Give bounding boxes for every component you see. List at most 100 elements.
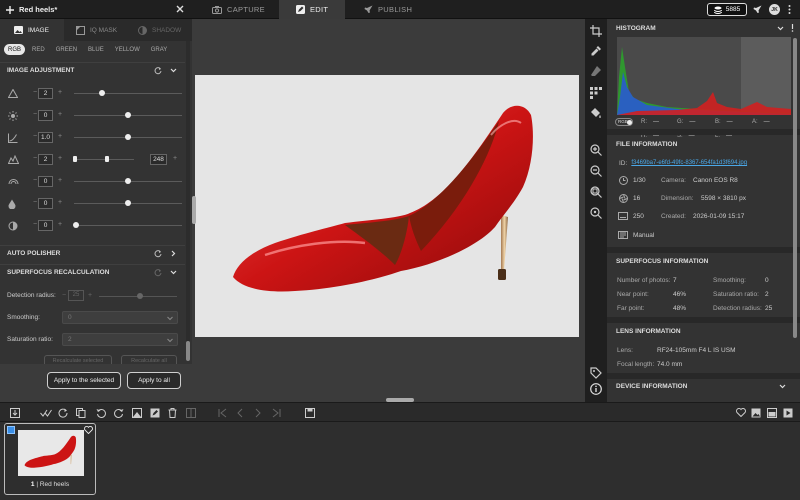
channel-rgb[interactable]: RGB [4,44,26,55]
crop-icon[interactable] [590,25,602,37]
tab-capture[interactable]: CAPTURE [195,0,277,19]
paint-bucket-icon[interactable] [590,107,602,119]
vibrance-value[interactable]: 0 [38,198,53,209]
more-vertical-icon[interactable] [788,5,791,14]
tab-publish[interactable]: PUBLISH [347,0,427,19]
file-info-header[interactable]: FILE INFORMATION [607,135,800,153]
superfocus-info-header[interactable]: SUPERFOCUS INFORMATION [607,252,800,270]
credits-badge[interactable]: 5885 [707,3,747,16]
superfocus-header[interactable]: SUPERFOCUS RECALCULATION [0,264,185,280]
apply-to-all-button[interactable]: Apply to all [127,372,181,389]
levels-high-knob[interactable] [105,156,109,162]
zoom-fit-icon[interactable] [590,186,602,198]
sharpness-value[interactable]: 0 [38,220,53,231]
right-panel-scrollbar[interactable] [793,38,797,338]
add-icon[interactable] [6,5,14,14]
channel-red[interactable]: RED [28,44,49,55]
channel-yellow[interactable]: YELLOW [111,44,144,55]
chevron-down-icon[interactable] [777,25,784,32]
auto-polisher-header[interactable]: AUTO POLISHER [0,245,185,261]
channel-green[interactable]: GREEN [52,44,81,55]
eyedropper-icon[interactable] [590,45,602,57]
levels-low-value[interactable]: 2 [38,154,53,165]
histogram-header[interactable]: HISTOGRAM [607,19,800,37]
sharpness-slider-knob[interactable] [73,222,80,228]
save-icon[interactable] [305,408,315,418]
copy-icon[interactable] [76,408,86,418]
decrement-button[interactable]: − [33,199,37,206]
crop-image-icon[interactable] [132,408,142,418]
view-compare-icon[interactable] [767,408,777,418]
chevron-right-icon[interactable] [170,250,177,257]
levels-high-value[interactable]: 248 [150,154,167,165]
decrement-button[interactable]: − [33,89,37,96]
select-all-icon[interactable] [40,408,52,418]
decrement-button[interactable]: − [33,221,37,228]
saturation-slider-knob[interactable] [125,178,131,184]
increment-button[interactable]: + [58,133,62,140]
edit-image-icon[interactable] [150,408,160,418]
collapse-left-panel-handle[interactable] [192,196,196,224]
close-icon[interactable] [176,5,184,13]
reset-icon[interactable] [154,67,162,75]
increment-button[interactable]: + [58,199,62,206]
saturation-value[interactable]: 0 [38,176,53,187]
zoom-out-icon[interactable] [590,165,602,177]
brightness-value[interactable]: 0 [38,110,53,121]
tab-iq-mask[interactable]: IQ MASK [64,19,128,41]
increment-button[interactable]: + [58,111,62,118]
exposure-slider-track[interactable] [74,93,182,94]
contrast-value[interactable]: 1.0 [38,132,53,143]
trash-icon[interactable] [168,408,177,418]
levels-low-knob[interactable] [72,156,77,162]
file-id-link[interactable]: f3469ba7-e6fd-49fc-8367-654fa1d3f694.jpg [631,160,747,166]
chevron-down-icon[interactable] [170,269,177,276]
chevron-down-icon[interactable] [170,67,177,74]
zoom-in-icon[interactable] [590,144,602,156]
smoothing-dropdown[interactable]: 0 [62,311,178,324]
select-checkbox[interactable] [7,426,15,434]
sharpness-slider-track[interactable] [74,225,182,226]
info-icon[interactable] [590,383,602,395]
play-slideshow-icon[interactable] [783,408,793,418]
lens-info-header[interactable]: LENS INFORMATION [607,322,800,340]
photo-preview[interactable] [195,75,579,337]
left-panel-scrollbar-thumb[interactable] [186,341,190,361]
image-adjustment-header[interactable]: IMAGE ADJUSTMENT [0,62,185,78]
increment-button[interactable]: + [58,221,62,228]
increment-button[interactable]: + [58,177,62,184]
decrement-button[interactable]: − [33,133,37,140]
avatar[interactable]: JK [769,4,780,15]
import-icon[interactable] [10,408,20,418]
filmstrip-item[interactable]: 1 | Red heels [4,423,96,495]
rocket-launch-icon[interactable] [753,5,762,14]
decrement-button[interactable]: − [33,177,37,184]
apply-to-selected-button[interactable]: Apply to the selected [47,372,121,389]
reset-icon[interactable] [154,250,162,258]
vibrance-slider-knob[interactable] [125,200,131,206]
tab-image[interactable]: IMAGE [0,19,64,41]
eraser-icon[interactable] [590,65,602,77]
left-panel-scrollbar[interactable] [186,41,190,361]
zoom-actual-icon[interactable] [590,207,602,219]
rotate-right-icon[interactable] [114,408,124,418]
tab-shadow[interactable]: SHADOW [128,19,192,41]
device-info-header[interactable]: DEVICE INFORMATION [607,377,800,395]
decrement-button[interactable]: − [33,155,37,162]
heart-icon[interactable] [736,408,746,417]
rotate-left-icon[interactable] [96,408,106,418]
saturation-ratio-dropdown[interactable]: 2 [62,333,178,346]
brightness-slider-knob[interactable] [125,112,131,118]
grid-icon[interactable] [590,87,602,99]
channel-blue[interactable]: BLUE [84,44,108,55]
exposure-slider-knob[interactable] [99,90,106,96]
tab-edit[interactable]: EDIT [279,0,345,19]
increment-button[interactable]: + [58,89,62,96]
increment-button[interactable]: + [173,155,177,162]
view-image-icon[interactable] [751,408,761,418]
levels-slider-track[interactable] [74,159,134,160]
channel-gray[interactable]: GRAY [147,44,172,55]
contrast-slider-knob[interactable] [125,134,131,140]
chevron-down-icon[interactable] [779,383,786,390]
exposure-value[interactable]: 2 [38,88,53,99]
